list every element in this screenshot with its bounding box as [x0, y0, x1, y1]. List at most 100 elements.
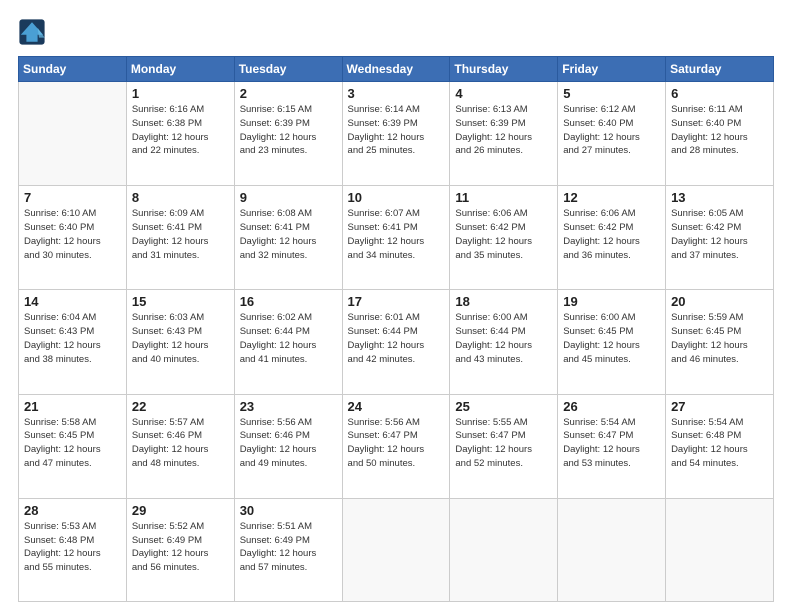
day-number: 8 [132, 190, 230, 205]
day-number: 30 [240, 503, 338, 518]
week-row-1: 1Sunrise: 6:16 AMSunset: 6:38 PMDaylight… [19, 82, 774, 186]
day-info: Sunrise: 5:53 AMSunset: 6:48 PMDaylight:… [24, 520, 122, 575]
calendar-cell: 14 Sunrise: 6:04 AMSunset: 6:43 PMDayligh… [19, 290, 127, 394]
calendar-cell [666, 498, 774, 601]
logo [18, 18, 50, 46]
day-info: Sunrise: 6:00 AMSunset: 6:44 PMDaylight:… [455, 311, 553, 366]
calendar-cell: 13 Sunrise: 6:05 AMSunset: 6:42 PMDayligh… [666, 186, 774, 290]
day-info: Sunrise: 5:57 AMSunset: 6:46 PMDaylight:… [132, 416, 230, 471]
header [18, 18, 774, 46]
day-number: 29 [132, 503, 230, 518]
day-info: Sunrise: 6:08 AMSunset: 6:41 PMDaylight:… [240, 207, 338, 262]
calendar-cell: 24 Sunrise: 5:56 AMSunset: 6:47 PMDayligh… [342, 394, 450, 498]
day-info: Sunrise: 5:59 AMSunset: 6:45 PMDaylight:… [671, 311, 769, 366]
day-number: 13 [671, 190, 769, 205]
day-number: 27 [671, 399, 769, 414]
day-number: 21 [24, 399, 122, 414]
calendar-cell: 7 Sunrise: 6:10 AMSunset: 6:40 PMDaylight… [19, 186, 127, 290]
day-info: Sunrise: 6:04 AMSunset: 6:43 PMDaylight:… [24, 311, 122, 366]
calendar-cell: 11Sunrise: 6:06 AMSunset: 6:42 PMDayligh… [450, 186, 558, 290]
day-number: 17 [348, 294, 446, 309]
day-info: Sunrise: 6:00 AMSunset: 6:45 PMDaylight:… [563, 311, 661, 366]
calendar-cell: 18 Sunrise: 6:00 AMSunset: 6:44 PMDayligh… [450, 290, 558, 394]
calendar-cell: 23Sunrise: 5:56 AMSunset: 6:46 PMDayligh… [234, 394, 342, 498]
day-info: Sunrise: 5:52 AMSunset: 6:49 PMDaylight:… [132, 520, 230, 575]
day-info: Sunrise: 6:06 AMSunset: 6:42 PMDaylight:… [455, 207, 553, 262]
day-number: 16 [240, 294, 338, 309]
day-number: 3 [348, 86, 446, 101]
day-info: Sunrise: 6:11 AMSunset: 6:40 PMDaylight:… [671, 103, 769, 158]
calendar-cell: 6 Sunrise: 6:11 AMSunset: 6:40 PMDaylight… [666, 82, 774, 186]
day-number: 12 [563, 190, 661, 205]
weekday-header-thursday: Thursday [450, 57, 558, 82]
day-info: Sunrise: 6:05 AMSunset: 6:42 PMDaylight:… [671, 207, 769, 262]
day-number: 2 [240, 86, 338, 101]
calendar: SundayMondayTuesdayWednesdayThursdayFrid… [18, 56, 774, 602]
calendar-cell: 1Sunrise: 6:16 AMSunset: 6:38 PMDaylight… [126, 82, 234, 186]
weekday-header-row: SundayMondayTuesdayWednesdayThursdayFrid… [19, 57, 774, 82]
day-number: 26 [563, 399, 661, 414]
day-info: Sunrise: 5:54 AMSunset: 6:47 PMDaylight:… [563, 416, 661, 471]
calendar-cell: 20 Sunrise: 5:59 AMSunset: 6:45 PMDayligh… [666, 290, 774, 394]
calendar-cell: 21 Sunrise: 5:58 AMSunset: 6:45 PMDayligh… [19, 394, 127, 498]
day-info: Sunrise: 5:51 AMSunset: 6:49 PMDaylight:… [240, 520, 338, 575]
calendar-cell: 4 Sunrise: 6:13 AMSunset: 6:39 PMDaylight… [450, 82, 558, 186]
day-number: 25 [455, 399, 553, 414]
calendar-cell [450, 498, 558, 601]
calendar-cell: 10Sunrise: 6:07 AMSunset: 6:41 PMDayligh… [342, 186, 450, 290]
day-info: Sunrise: 6:13 AMSunset: 6:39 PMDaylight:… [455, 103, 553, 158]
weekday-header-friday: Friday [558, 57, 666, 82]
calendar-cell: 9 Sunrise: 6:08 AMSunset: 6:41 PMDaylight… [234, 186, 342, 290]
day-number: 14 [24, 294, 122, 309]
calendar-cell: 5Sunrise: 6:12 AMSunset: 6:40 PMDaylight… [558, 82, 666, 186]
day-info: Sunrise: 6:03 AMSunset: 6:43 PMDaylight:… [132, 311, 230, 366]
day-info: Sunrise: 5:54 AMSunset: 6:48 PMDaylight:… [671, 416, 769, 471]
calendar-cell: 26 Sunrise: 5:54 AMSunset: 6:47 PMDayligh… [558, 394, 666, 498]
day-info: Sunrise: 6:12 AMSunset: 6:40 PMDaylight:… [563, 103, 661, 158]
weekday-header-monday: Monday [126, 57, 234, 82]
day-info: Sunrise: 6:01 AMSunset: 6:44 PMDaylight:… [348, 311, 446, 366]
day-number: 20 [671, 294, 769, 309]
calendar-cell [558, 498, 666, 601]
day-number: 28 [24, 503, 122, 518]
calendar-cell: 25 Sunrise: 5:55 AMSunset: 6:47 PMDayligh… [450, 394, 558, 498]
day-info: Sunrise: 6:10 AMSunset: 6:40 PMDaylight:… [24, 207, 122, 262]
weekday-header-saturday: Saturday [666, 57, 774, 82]
day-info: Sunrise: 6:15 AMSunset: 6:39 PMDaylight:… [240, 103, 338, 158]
day-number: 22 [132, 399, 230, 414]
calendar-cell: 2 Sunrise: 6:15 AMSunset: 6:39 PMDaylight… [234, 82, 342, 186]
day-number: 23 [240, 399, 338, 414]
day-number: 7 [24, 190, 122, 205]
calendar-cell: 30 Sunrise: 5:51 AMSunset: 6:49 PMDayligh… [234, 498, 342, 601]
day-number: 18 [455, 294, 553, 309]
day-number: 6 [671, 86, 769, 101]
logo-icon [18, 18, 46, 46]
calendar-cell [19, 82, 127, 186]
calendar-cell: 19 Sunrise: 6:00 AMSunset: 6:45 PMDayligh… [558, 290, 666, 394]
day-number: 9 [240, 190, 338, 205]
day-info: Sunrise: 5:55 AMSunset: 6:47 PMDaylight:… [455, 416, 553, 471]
calendar-cell: 27 Sunrise: 5:54 AMSunset: 6:48 PMDayligh… [666, 394, 774, 498]
day-info: Sunrise: 6:06 AMSunset: 6:42 PMDaylight:… [563, 207, 661, 262]
week-row-5: 28 Sunrise: 5:53 AMSunset: 6:48 PMDayligh… [19, 498, 774, 601]
day-number: 24 [348, 399, 446, 414]
calendar-cell: 8 Sunrise: 6:09 AMSunset: 6:41 PMDaylight… [126, 186, 234, 290]
week-row-4: 21 Sunrise: 5:58 AMSunset: 6:45 PMDayligh… [19, 394, 774, 498]
day-info: Sunrise: 5:58 AMSunset: 6:45 PMDaylight:… [24, 416, 122, 471]
day-number: 19 [563, 294, 661, 309]
calendar-cell [342, 498, 450, 601]
weekday-header-wednesday: Wednesday [342, 57, 450, 82]
calendar-cell: 28 Sunrise: 5:53 AMSunset: 6:48 PMDayligh… [19, 498, 127, 601]
day-number: 10 [348, 190, 446, 205]
calendar-cell: 29 Sunrise: 5:52 AMSunset: 6:49 PMDayligh… [126, 498, 234, 601]
day-info: Sunrise: 6:02 AMSunset: 6:44 PMDaylight:… [240, 311, 338, 366]
week-row-2: 7 Sunrise: 6:10 AMSunset: 6:40 PMDaylight… [19, 186, 774, 290]
day-number: 1 [132, 86, 230, 101]
calendar-cell: 15Sunrise: 6:03 AMSunset: 6:43 PMDayligh… [126, 290, 234, 394]
day-info: Sunrise: 5:56 AMSunset: 6:47 PMDaylight:… [348, 416, 446, 471]
calendar-cell: 22 Sunrise: 5:57 AMSunset: 6:46 PMDayligh… [126, 394, 234, 498]
calendar-cell: 17 Sunrise: 6:01 AMSunset: 6:44 PMDayligh… [342, 290, 450, 394]
day-info: Sunrise: 6:09 AMSunset: 6:41 PMDaylight:… [132, 207, 230, 262]
calendar-cell: 3Sunrise: 6:14 AMSunset: 6:39 PMDaylight… [342, 82, 450, 186]
day-number: 4 [455, 86, 553, 101]
